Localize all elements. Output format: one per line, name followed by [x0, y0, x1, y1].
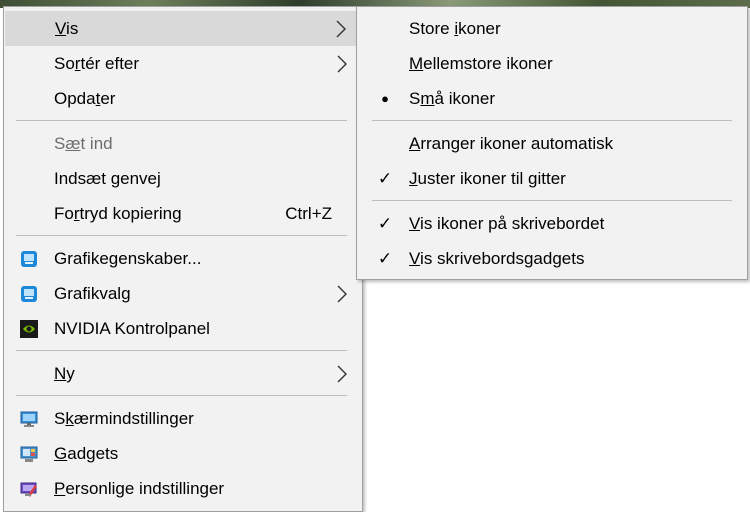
menu-item-new[interactable]: Ny [4, 356, 362, 391]
submenu-item-show-desktop-icons[interactable]: ✓ Vis ikoner på skrivebordet [357, 206, 747, 241]
menu-separator [16, 395, 347, 396]
desktop-context-menu: Vis Sortér efter Opdater Sæt ind Indsæt … [3, 6, 363, 512]
menu-separator [16, 235, 347, 236]
submenu-item-show-gadgets[interactable]: ✓ Vis skrivebordsgadgets [357, 241, 747, 276]
submenu-item-label: Arranger ikoner automatisk [409, 134, 614, 153]
chevron-right-icon [337, 55, 347, 73]
intel-graphics-icon [21, 251, 37, 267]
submenu-item-align-to-grid[interactable]: ✓ Juster ikoner til gitter [357, 161, 747, 196]
menu-item-label: Gadgets [54, 444, 119, 463]
gadgets-icon [20, 446, 38, 462]
view-submenu: Store ikoner Mellemstore ikoner ● Små ik… [356, 6, 748, 280]
menu-separator [16, 120, 347, 121]
menu-item-label: Grafikvalg [54, 284, 131, 303]
menu-item-label: Fortryd kopiering [54, 204, 182, 223]
display-settings-icon [20, 411, 38, 427]
submenu-item-label: Store ikoner [409, 19, 501, 38]
menu-item-nvidia-control-panel[interactable]: NVIDIA Kontrolpanel [4, 311, 362, 346]
menu-item-graphics-properties[interactable]: Grafikegenskaber... [4, 241, 362, 276]
submenu-item-small-icons[interactable]: ● Små ikoner [357, 81, 747, 116]
menu-item-gadgets[interactable]: Gadgets [4, 436, 362, 471]
menu-item-refresh[interactable]: Opdater [4, 81, 362, 116]
menu-item-personalize[interactable]: Personlige indstillinger [4, 471, 362, 506]
menu-item-label: Sæt ind [54, 134, 113, 153]
submenu-item-label: Vis ikoner på skrivebordet [409, 214, 605, 233]
submenu-item-medium-icons[interactable]: Mellemstore ikoner [357, 46, 747, 81]
intel-graphics-icon [21, 286, 37, 302]
submenu-item-label: Vis skrivebordsgadgets [409, 249, 585, 268]
chevron-right-icon [336, 20, 346, 38]
menu-item-graphics-options[interactable]: Grafikvalg [4, 276, 362, 311]
menu-item-undo-copy[interactable]: Fortryd kopiering Ctrl+Z [4, 196, 362, 231]
checkmark-icon: ✓ [377, 249, 393, 268]
menu-item-label: Vis [55, 19, 79, 38]
menu-item-label: Indsæt genvej [54, 169, 161, 188]
menu-item-paste-shortcut[interactable]: Indsæt genvej [4, 161, 362, 196]
menu-item-paste: Sæt ind [4, 126, 362, 161]
menu-separator [16, 350, 347, 351]
checkmark-icon: ✓ [377, 214, 393, 233]
menu-separator [372, 200, 732, 201]
menu-item-label: Opdater [54, 89, 116, 108]
menu-item-label: Ny [54, 364, 75, 383]
submenu-item-large-icons[interactable]: Store ikoner [357, 11, 747, 46]
submenu-item-auto-arrange[interactable]: Arranger ikoner automatisk [357, 126, 747, 161]
submenu-item-label: Juster ikoner til gitter [409, 169, 566, 188]
chevron-right-icon [337, 285, 347, 303]
menu-item-label: Personlige indstillinger [54, 479, 225, 498]
checkmark-icon: ✓ [377, 169, 393, 188]
menu-item-label: Grafikegenskaber... [54, 249, 202, 268]
submenu-item-label: Små ikoner [409, 89, 495, 108]
menu-separator [372, 120, 732, 121]
menu-item-display-settings[interactable]: Skærmindstillinger [4, 401, 362, 436]
menu-item-sort-by[interactable]: Sortér efter [4, 46, 362, 81]
menu-item-label: NVIDIA Kontrolpanel [54, 319, 210, 338]
radio-bullet-icon: ● [381, 91, 389, 106]
menu-item-label: Skærmindstillinger [54, 409, 194, 428]
personalize-icon [20, 482, 37, 497]
menu-item-view[interactable]: Vis [5, 11, 361, 46]
nvidia-logo-icon [20, 320, 38, 338]
keyboard-shortcut: Ctrl+Z [285, 204, 332, 223]
submenu-item-label: Mellemstore ikoner [409, 54, 553, 73]
chevron-right-icon [337, 365, 347, 383]
menu-item-label: Sortér efter [54, 54, 140, 73]
